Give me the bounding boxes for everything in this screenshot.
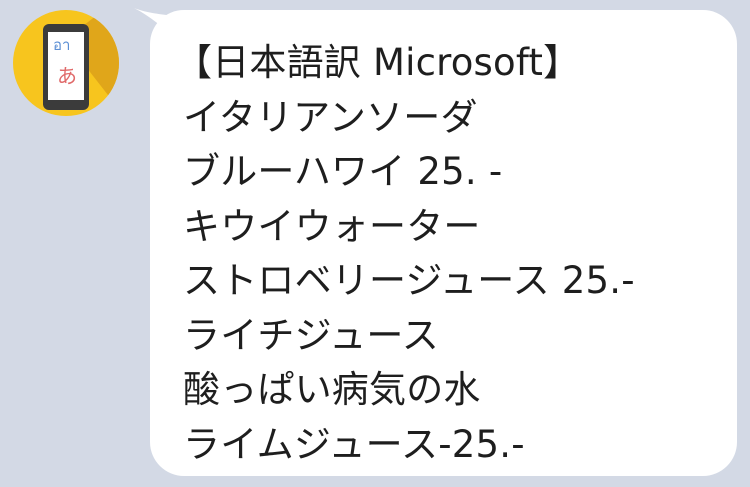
message-line-title: 【日本語訳 Microsoft】	[175, 41, 581, 84]
phone-screen: อา あ	[48, 32, 84, 100]
message-line: 酸っぱい病気の水	[183, 368, 481, 411]
message-line: ライムジュース-25.-	[183, 422, 525, 466]
sender-avatar[interactable]: อา あ	[13, 10, 119, 116]
message-line: ライチジュース	[183, 313, 439, 357]
message-bubble[interactable]: 【日本語訳 Microsoft】 イタリアンソーダ ブルーハワイ 25. - キ…	[150, 10, 737, 476]
avatar-glyph-hiragana: あ	[57, 64, 77, 88]
translator-phone-icon: อา あ	[43, 24, 89, 110]
message-line: キウイウォーター	[183, 204, 481, 248]
message-line: ストロベリージュース 25.-	[183, 259, 635, 302]
message-text: 【日本語訳 Microsoft】 イタリアンソーダ ブルーハワイ 25. - キ…	[175, 36, 635, 472]
message-line: イタリアンソーダ	[183, 95, 478, 139]
avatar-glyph-thai: อา	[53, 36, 71, 54]
message-line: ブルーハワイ 25. -	[183, 150, 503, 193]
